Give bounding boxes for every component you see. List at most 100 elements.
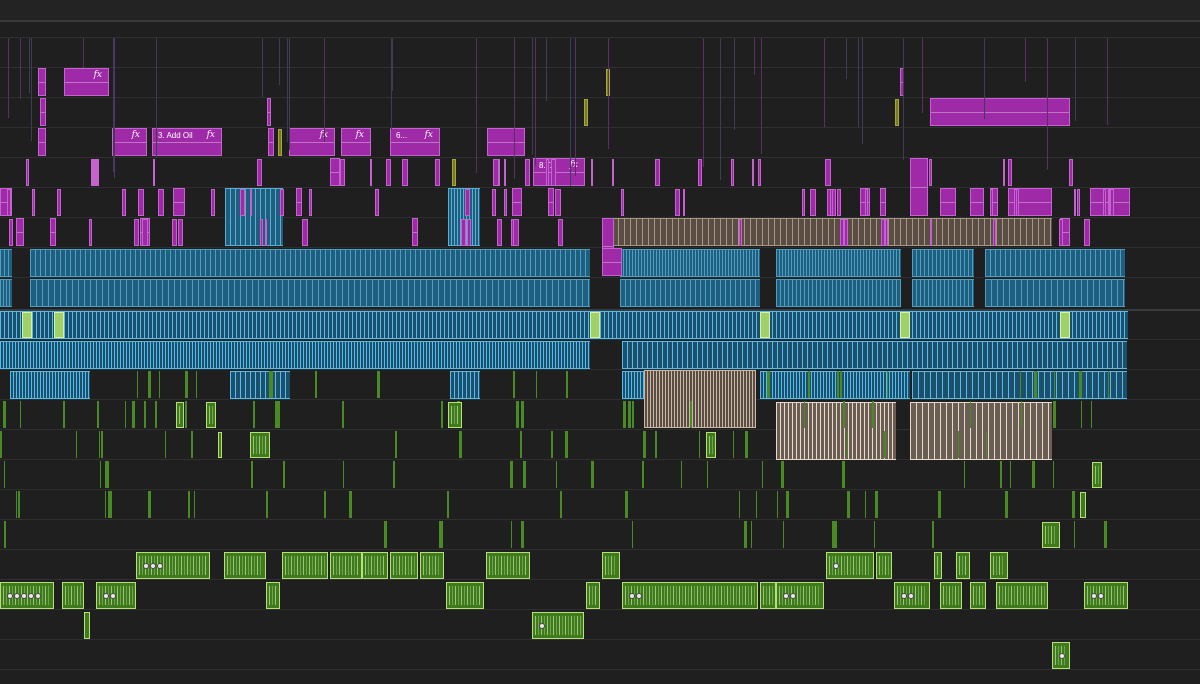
video-clip[interactable] (990, 189, 993, 216)
video-clip[interactable] (1016, 189, 1019, 216)
video-clip[interactable] (50, 218, 56, 246)
video-clip[interactable] (731, 159, 734, 186)
video-clip-group[interactable] (30, 249, 590, 277)
audio-clip[interactable] (185, 371, 188, 398)
video-clip[interactable] (296, 188, 302, 216)
audio-clip[interactable] (884, 431, 886, 458)
video-clip[interactable] (512, 188, 522, 216)
audio-clip[interactable] (1074, 521, 1075, 548)
keyframe-dot-icon[interactable] (833, 562, 839, 569)
audio-clip[interactable] (283, 461, 285, 488)
video-clip[interactable] (837, 189, 841, 216)
audio-clip[interactable] (745, 431, 748, 458)
video-clip[interactable] (240, 189, 245, 216)
video-clip[interactable] (760, 312, 770, 338)
video-clip-group[interactable] (644, 370, 756, 428)
video-clip[interactable] (885, 219, 888, 246)
audio-clip[interactable] (623, 401, 626, 428)
audio-clip[interactable] (777, 491, 778, 518)
video-clip[interactable] (211, 189, 215, 216)
audio-clip[interactable] (342, 401, 344, 428)
audio-clip[interactable] (1079, 371, 1082, 398)
audio-clip[interactable] (349, 491, 352, 518)
audio-clip[interactable] (133, 401, 135, 428)
video-clip-group[interactable] (985, 249, 1125, 277)
audio-clip[interactable] (266, 491, 268, 518)
video-clip[interactable] (802, 189, 805, 216)
audio-clip[interactable] (894, 582, 930, 609)
video-clip-group[interactable] (30, 279, 590, 307)
video-clip[interactable] (546, 159, 549, 186)
audio-clip[interactable] (188, 491, 190, 518)
audio-clip[interactable] (643, 431, 646, 458)
video-clip[interactable] (825, 159, 831, 186)
audio-clip[interactable] (707, 461, 708, 488)
video-clip-group[interactable] (985, 279, 1125, 307)
video-clip[interactable] (330, 158, 340, 186)
audio-clip[interactable] (602, 552, 620, 579)
keyframe-dot-icon[interactable] (110, 592, 116, 599)
video-clip-group[interactable] (776, 279, 901, 307)
video-clip[interactable] (302, 219, 308, 246)
video-clip[interactable] (452, 159, 456, 186)
audio-clip[interactable] (272, 371, 273, 398)
audio-clip[interactable] (1042, 522, 1060, 548)
video-clip[interactable] (555, 189, 561, 216)
keyframe-dot-icon[interactable] (21, 592, 27, 599)
audio-clip[interactable] (1072, 491, 1075, 518)
audio-clip[interactable] (847, 431, 848, 458)
audio-clip[interactable] (1091, 401, 1092, 428)
keyframe-dot-icon[interactable] (35, 592, 41, 599)
video-clip-group[interactable] (0, 341, 590, 369)
audio-clip[interactable] (106, 461, 109, 488)
audio-clip[interactable] (136, 552, 210, 579)
audio-clip[interactable] (940, 582, 962, 609)
video-clip[interactable] (138, 189, 144, 216)
video-clip[interactable] (370, 159, 372, 186)
audio-clip[interactable] (847, 491, 850, 518)
audio-clip[interactable] (1104, 521, 1107, 548)
audio-clip[interactable] (191, 431, 193, 458)
audio-clip[interactable] (84, 612, 90, 639)
video-clip-6[interactable]: 6... fx (390, 128, 440, 156)
audio-clip[interactable] (804, 401, 805, 428)
video-clip-group[interactable] (230, 371, 290, 399)
audio-clip[interactable] (808, 371, 810, 398)
audio-clip[interactable] (206, 402, 216, 428)
video-clip[interactable] (895, 99, 899, 126)
audio-clip[interactable] (362, 552, 388, 579)
audio-clip[interactable] (1000, 461, 1002, 488)
video-clip-add-oil[interactable]: 3. Add Oil fx (152, 128, 222, 156)
audio-clip[interactable] (826, 552, 874, 579)
video-clip[interactable] (513, 219, 519, 246)
video-clip[interactable] (940, 188, 956, 216)
audio-clip[interactable] (384, 521, 387, 548)
audio-clip[interactable] (165, 431, 166, 458)
audio-clip[interactable] (1010, 461, 1011, 488)
audio-clip[interactable] (970, 582, 986, 609)
audio-clip[interactable] (448, 402, 462, 428)
audio-clip[interactable] (420, 552, 444, 579)
video-clip-8[interactable]: 8.T... fx (533, 158, 585, 186)
audio-clip[interactable] (224, 552, 266, 579)
video-clip[interactable] (1074, 189, 1076, 216)
audio-clip[interactable] (786, 491, 789, 518)
video-clip[interactable] (172, 219, 177, 246)
video-clip[interactable] (591, 159, 593, 186)
video-clip[interactable] (16, 218, 24, 246)
video-clip[interactable] (386, 159, 391, 186)
audio-clip[interactable] (1053, 461, 1054, 488)
video-clip[interactable] (492, 189, 496, 216)
audio-clip[interactable] (1108, 371, 1109, 398)
audio-clip[interactable] (511, 521, 512, 548)
audio-clip[interactable] (1005, 491, 1008, 518)
audio-clip[interactable] (521, 401, 524, 428)
video-clip[interactable] (309, 189, 312, 216)
audio-clip[interactable] (1034, 371, 1037, 398)
video-clip[interactable] (257, 159, 262, 186)
audio-clip[interactable] (887, 371, 888, 398)
video-clip[interactable] (402, 159, 408, 186)
audio-clip[interactable] (958, 431, 959, 458)
video-clip[interactable] (865, 189, 868, 216)
video-clip[interactable] (1103, 189, 1106, 216)
